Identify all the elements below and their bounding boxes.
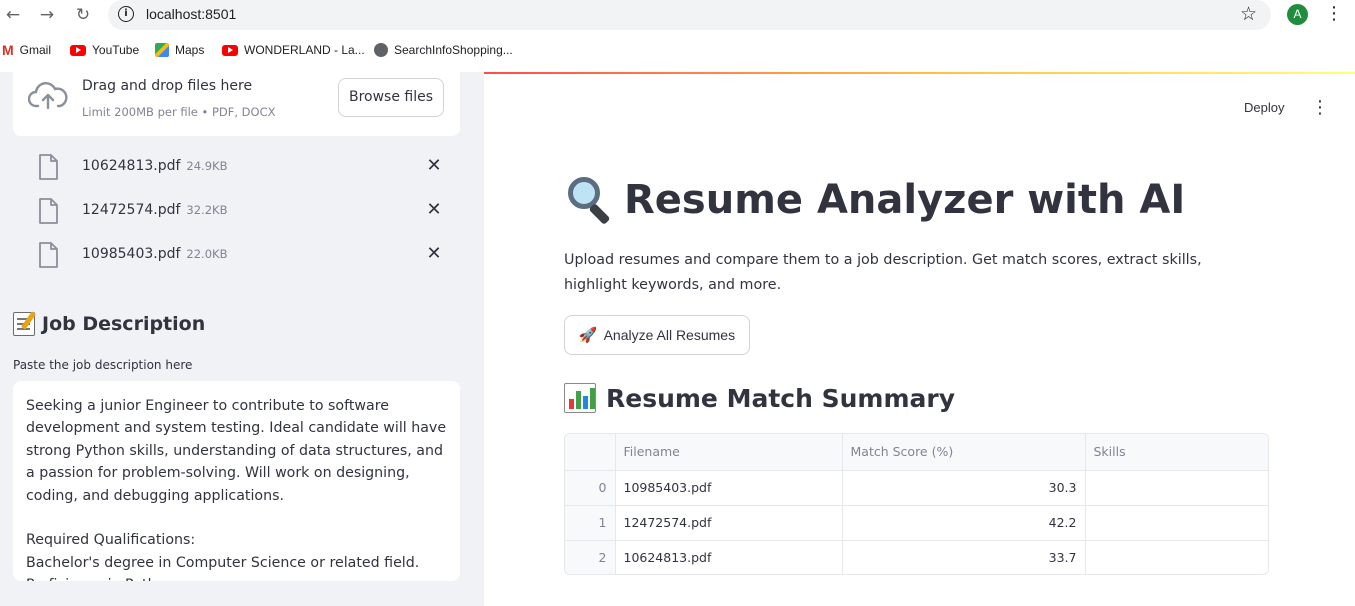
bookmark-searchinfo[interactable]: SearchInfoShopping... <box>374 43 513 57</box>
main-menu-icon[interactable]: ⋮ <box>1311 97 1329 118</box>
page-title: Resume Analyzer with AI <box>564 175 1185 225</box>
summary-heading: Resume Match Summary <box>564 383 955 413</box>
file-name-text: 10985403.pdf <box>82 246 181 262</box>
file-dropzone[interactable]: Drag and drop files here Limit 200MB per… <box>13 72 460 136</box>
dropzone-title: Drag and drop files here <box>82 78 253 94</box>
bookmark-label: YouTube <box>92 43 140 57</box>
memo-icon <box>13 312 35 336</box>
file-name: 10985403.pdf 22.0KB <box>82 246 227 262</box>
bookmark-youtube[interactable]: YouTube <box>70 43 139 57</box>
uploaded-file-row: 10624813.pdf 24.9KB ✕ <box>13 148 460 188</box>
youtube-icon <box>222 44 238 56</box>
page-subtitle: Upload resumes and compare them to a job… <box>564 252 1202 293</box>
uploaded-file-row: 12472574.pdf 32.2KB ✕ <box>13 192 460 232</box>
table-row: 0 10985403.pdf 30.3 <box>565 470 1268 506</box>
cell-filename[interactable]: 10624813.pdf <box>615 540 843 574</box>
header-decoration <box>484 72 1355 74</box>
file-name-text: 10624813.pdf <box>82 158 181 174</box>
column-header-index[interactable] <box>565 434 616 471</box>
globe-icon <box>374 43 388 57</box>
bar-chart-icon <box>564 383 596 413</box>
analyze-all-button[interactable]: 🚀 Analyze All Resumes <box>564 315 750 355</box>
cell-score[interactable]: 33.7 <box>842 540 1086 574</box>
bookmark-label: Maps <box>175 43 205 57</box>
sidebar: Drag and drop files here Limit 200MB per… <box>0 72 484 606</box>
bookmark-label: SearchInfoShopping... <box>394 43 513 57</box>
deploy-button[interactable]: Deploy <box>1244 100 1284 115</box>
forward-arrow-icon[interactable]: → <box>36 4 58 26</box>
summary-heading-text: Resume Match Summary <box>606 383 956 413</box>
file-size: 24.9KB <box>186 159 228 173</box>
main-content: Deploy ⋮ Resume Analyzer with AI Upload … <box>484 72 1355 606</box>
cell-score[interactable]: 30.3 <box>842 470 1086 506</box>
file-size: 22.0KB <box>186 247 228 261</box>
bookmark-label: Gmail <box>19 43 52 57</box>
remove-file-icon[interactable]: ✕ <box>425 199 443 220</box>
browse-files-button[interactable]: Browse files <box>338 78 444 117</box>
magnifier-icon <box>564 175 612 225</box>
job-description-heading: Job Description <box>13 312 205 336</box>
column-header-filename[interactable]: Filename <box>615 434 843 471</box>
results-table[interactable]: Filename Match Score (%) Skills 0 109854… <box>564 433 1269 575</box>
profile-avatar[interactable]: A <box>1287 4 1308 25</box>
site-info-icon[interactable]: i <box>118 6 134 22</box>
cell-filename[interactable]: 12472574.pdf <box>615 505 843 541</box>
row-index: 2 <box>565 540 616 574</box>
browser-toolbar: ← → ↻ i localhost:8501 ☆ A ⋮ <box>0 0 1355 30</box>
file-name: 10624813.pdf 24.9KB <box>82 158 227 174</box>
file-icon <box>39 154 58 180</box>
bookmark-gmail[interactable]: M Gmail <box>2 43 51 57</box>
rocket-icon: 🚀 <box>578 327 598 344</box>
job-description-textarea[interactable]: Seeking a junior Engineer to contribute … <box>13 381 460 581</box>
address-bar[interactable]: i localhost:8501 ☆ <box>108 0 1271 30</box>
row-index: 0 <box>565 470 616 506</box>
file-icon <box>39 242 58 268</box>
cell-skills[interactable] <box>1085 470 1268 506</box>
cell-filename[interactable]: 10985403.pdf <box>615 470 843 506</box>
file-name-text: 12472574.pdf <box>82 202 181 218</box>
file-name: 12472574.pdf 32.2KB <box>82 202 227 218</box>
cell-skills[interactable] <box>1085 505 1268 541</box>
bookmarks-bar: M Gmail YouTube Maps WONDERLAND - La... … <box>0 38 1355 64</box>
maps-icon <box>155 43 169 57</box>
dropzone-limit: Limit 200MB per file • PDF, DOCX <box>82 105 276 119</box>
cell-score[interactable]: 42.2 <box>842 505 1086 541</box>
url-text[interactable]: localhost:8501 <box>146 6 236 22</box>
table-row: 2 10624813.pdf 33.7 <box>565 540 1268 574</box>
page-title-text: Resume Analyzer with AI <box>624 177 1186 223</box>
job-description-label: Paste the job description here <box>13 358 193 372</box>
table-header-row: Filename Match Score (%) Skills <box>565 434 1268 471</box>
reload-icon[interactable]: ↻ <box>72 4 94 26</box>
column-header-skills[interactable]: Skills <box>1085 434 1268 471</box>
uploaded-file-row: 10985403.pdf 22.0KB ✕ <box>13 236 460 276</box>
file-icon <box>39 198 58 224</box>
bookmark-wonderland[interactable]: WONDERLAND - La... <box>222 43 365 57</box>
bookmark-label: WONDERLAND - La... <box>244 43 365 57</box>
column-header-score[interactable]: Match Score (%) <box>842 434 1086 471</box>
cloud-upload-icon <box>28 82 68 110</box>
row-index: 1 <box>565 505 616 541</box>
youtube-icon <box>70 44 86 56</box>
cell-skills[interactable] <box>1085 540 1268 574</box>
remove-file-icon[interactable]: ✕ <box>425 155 443 176</box>
file-size: 32.2KB <box>186 203 228 217</box>
table-row: 1 12472574.pdf 42.2 <box>565 505 1268 541</box>
bookmark-star-icon[interactable]: ☆ <box>1240 3 1257 25</box>
gmail-icon: M <box>2 42 14 58</box>
remove-file-icon[interactable]: ✕ <box>425 243 443 264</box>
analyze-all-label: Analyze All Resumes <box>603 327 736 343</box>
job-description-heading-text: Job Description <box>42 313 206 335</box>
browser-menu-icon[interactable]: ⋮ <box>1325 3 1343 24</box>
bookmark-maps[interactable]: Maps <box>155 43 204 57</box>
back-arrow-icon[interactable]: ← <box>2 4 24 26</box>
